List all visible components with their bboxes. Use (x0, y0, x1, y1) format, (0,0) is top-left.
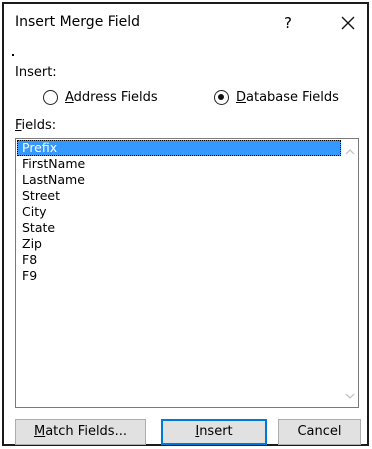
list-item[interactable]: Prefix (17, 140, 341, 156)
database-fields-label: Database Fields (236, 89, 339, 105)
scroll-up-icon[interactable] (345, 147, 355, 157)
cancel-button[interactable]: Cancel (278, 419, 361, 445)
list-item[interactable]: Zip (17, 236, 341, 252)
address-fields-label: Address Fields (65, 89, 158, 105)
list-item[interactable]: State (17, 220, 341, 236)
vertical-scrollbar[interactable] (341, 139, 358, 407)
address-fields-radio[interactable]: Address Fields (43, 87, 158, 107)
database-fields-radio[interactable]: Database Fields (214, 87, 339, 107)
radio-circle-database[interactable] (214, 89, 229, 105)
insert-button[interactable]: Insert (161, 419, 267, 445)
focus-dot (12, 54, 14, 56)
list-item[interactable]: City (17, 204, 341, 220)
list-item[interactable]: LastName (17, 172, 341, 188)
close-icon (341, 16, 355, 30)
scroll-down-icon[interactable] (345, 391, 355, 401)
radio-selected-dot (218, 93, 224, 100)
help-button[interactable]: ? (276, 11, 300, 35)
dialog-title: Insert Merge Field (15, 14, 141, 30)
list-item[interactable]: F8 (17, 252, 341, 268)
insert-merge-field-dialog: Insert Merge Field ? Insert: Address Fie… (2, 2, 369, 446)
list-item[interactable]: Street (17, 188, 341, 204)
match-fields-button[interactable]: Match Fields... (15, 419, 146, 445)
insert-label: Insert: (15, 65, 57, 80)
list-item[interactable]: F9 (17, 268, 341, 284)
list-item[interactable]: FirstName (17, 156, 341, 172)
fields-listbox[interactable]: Prefix FirstName LastName Street City State Zi… (15, 138, 359, 408)
close-button[interactable] (336, 11, 360, 35)
title-bar: Insert Merge Field ? (4, 4, 367, 44)
radio-circle-address[interactable] (43, 89, 58, 105)
fields-list: Prefix FirstName LastName Street City State Zi… (17, 140, 341, 284)
fields-label: Fields: (15, 118, 57, 133)
